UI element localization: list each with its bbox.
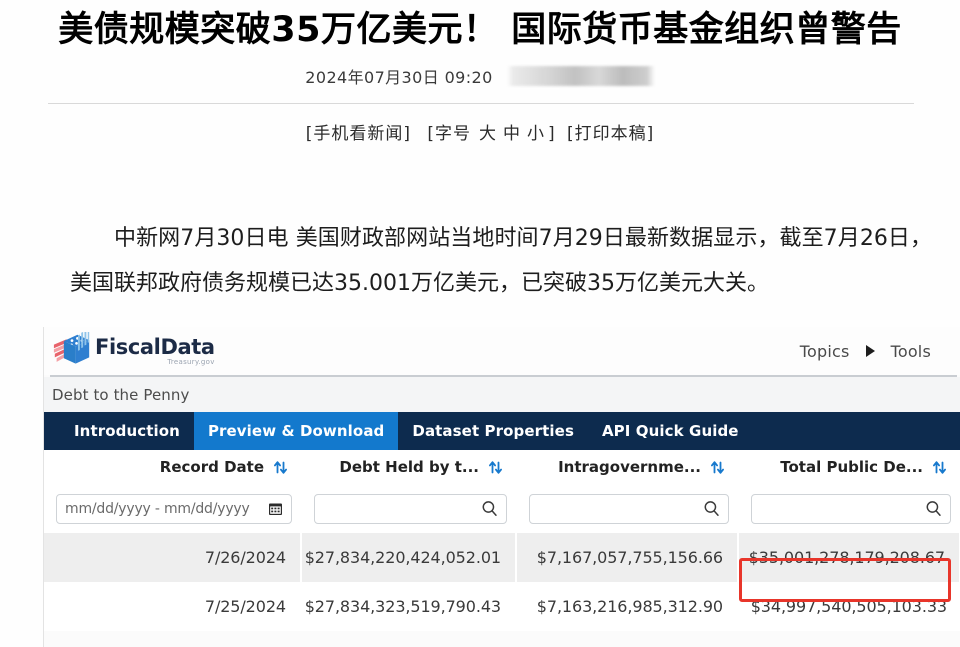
fiscaldata-wordmark: FiscalData Treasury.gov (95, 334, 215, 366)
fontsize-large-button[interactable]: 大 (479, 124, 497, 144)
column-header-label: Record Date (159, 458, 264, 476)
table-row[interactable]: 7/25/2024 $27,834,323,519,790.43 $7,163,… (44, 582, 960, 631)
fontsize-small-button[interactable]: 小 (527, 124, 545, 144)
column-header-record-date[interactable]: Record Date (44, 450, 302, 484)
filter-cell-total-public-debt (739, 484, 960, 533)
dataset-tabbar: Introduction Preview & Download Dataset … (44, 412, 960, 450)
column-header-label: Intragovernme... (558, 458, 701, 476)
column-header-label: Total Public De... (780, 458, 923, 476)
cell-intragovernmental: $7,163,216,985,312.90 (517, 582, 739, 631)
cell-debt-held-by-public: $27,834,323,519,790.43 (302, 582, 517, 631)
sort-updown-icon[interactable] (273, 460, 288, 475)
search-input-debt-held-by-public[interactable] (314, 493, 507, 524)
source-blurred-mosaic (506, 66, 655, 86)
header-divider (48, 103, 914, 104)
table-filter-row: mm/dd/yyyy - mm/dd/yyyy (44, 484, 960, 533)
cell-intragovernmental: $7,167,057,755,156.66 (517, 533, 739, 582)
tab-preview-download[interactable]: Preview & Download (193, 412, 399, 450)
page-root: 美债规模突破35万亿美元！ 国际货币基金组织曾警告 2024年07月30日 09… (0, 0, 960, 647)
tab-dataset-properties[interactable]: Dataset Properties (398, 412, 588, 450)
fontsize-label: [字号 (427, 124, 471, 144)
tab-introduction[interactable]: Introduction (60, 412, 194, 450)
sort-updown-icon[interactable] (932, 460, 947, 475)
tab-api-quick-guide[interactable]: API Quick Guide (588, 412, 753, 450)
nav-item-topics[interactable]: Topics (784, 342, 866, 361)
cell-total-public-debt: $34,997,540,505,103.33 (739, 582, 960, 631)
fiscaldata-tagline: Treasury.gov (167, 357, 215, 366)
sort-updown-icon[interactable] (710, 460, 725, 475)
fiscaldata-embedded-screenshot: FiscalData Treasury.gov Topics Tools Deb… (43, 327, 960, 647)
sort-updown-icon[interactable] (488, 460, 503, 475)
print-article-link[interactable]: [打印本稿] (567, 124, 654, 144)
mobile-news-link[interactable]: [手机看新闻] (306, 124, 411, 144)
cell-debt-held-by-public: $27,834,220,424,052.01 (302, 533, 517, 582)
search-icon[interactable] (703, 500, 720, 517)
breadcrumb-dataset-name[interactable]: Debt to the Penny (52, 386, 190, 404)
article-body: 中新网7月30日电 美国财政部网站当地时间7月29日最新数据显示，截至7月26日… (70, 226, 932, 296)
search-icon[interactable] (925, 500, 942, 517)
search-icon[interactable] (481, 500, 498, 517)
nav-item-tools[interactable]: Tools (875, 342, 947, 361)
column-header-intragovernmental[interactable]: Intragovernme... (517, 450, 739, 484)
search-input-intragovernmental[interactable] (529, 493, 729, 524)
site-nav: Topics Tools (784, 327, 947, 375)
calendar-icon[interactable] (268, 501, 283, 516)
filter-cell-intragovernmental (517, 484, 739, 533)
filter-cell-record-date: mm/dd/yyyy - mm/dd/yyyy (44, 484, 302, 533)
date-range-placeholder: mm/dd/yyyy - mm/dd/yyyy (65, 500, 250, 517)
fiscaldata-logo[interactable]: FiscalData Treasury.gov (52, 332, 215, 370)
fontsize-medium-button[interactable]: 中 (503, 124, 521, 144)
column-header-debt-held-by-public[interactable]: Debt Held by t... (302, 450, 517, 484)
article-tools: [手机看新闻] [字号大中小] [打印本稿] (0, 119, 960, 144)
data-table: Record Date Debt Held by t... Intragover… (44, 450, 960, 631)
fiscaldata-site-header: FiscalData Treasury.gov Topics Tools (44, 327, 960, 375)
breadcrumb: Debt to the Penny (44, 377, 960, 412)
cell-record-date: 7/26/2024 (44, 533, 302, 582)
fiscaldata-cube-logo-icon (53, 332, 90, 364)
table-row[interactable]: 7/26/2024 $27,834,220,424,052.01 $7,167,… (44, 533, 960, 582)
fiscaldata-name: FiscalData (95, 334, 215, 359)
date-range-input[interactable]: mm/dd/yyyy - mm/dd/yyyy (56, 493, 292, 524)
publish-timestamp: 2024年07月30日 09:20 (305, 68, 493, 87)
column-header-total-public-debt[interactable]: Total Public De... (739, 450, 960, 484)
cell-total-public-debt: $35,001,278,179,208.67 (739, 533, 960, 582)
fontsize-close-bracket: ] (548, 124, 556, 144)
search-input-total-public-debt[interactable] (751, 493, 951, 524)
filter-cell-debt-held-by-public (302, 484, 517, 533)
table-header-row: Record Date Debt Held by t... Intragover… (44, 450, 960, 484)
caret-right-icon[interactable] (865, 345, 875, 357)
column-header-label: Debt Held by t... (339, 458, 479, 476)
page-title: 美债规模突破35万亿美元！ 国际货币基金组织曾警告 (58, 10, 902, 50)
cell-record-date: 7/25/2024 (44, 582, 302, 631)
article-meta: 2024年07月30日 09:20 (0, 64, 960, 88)
